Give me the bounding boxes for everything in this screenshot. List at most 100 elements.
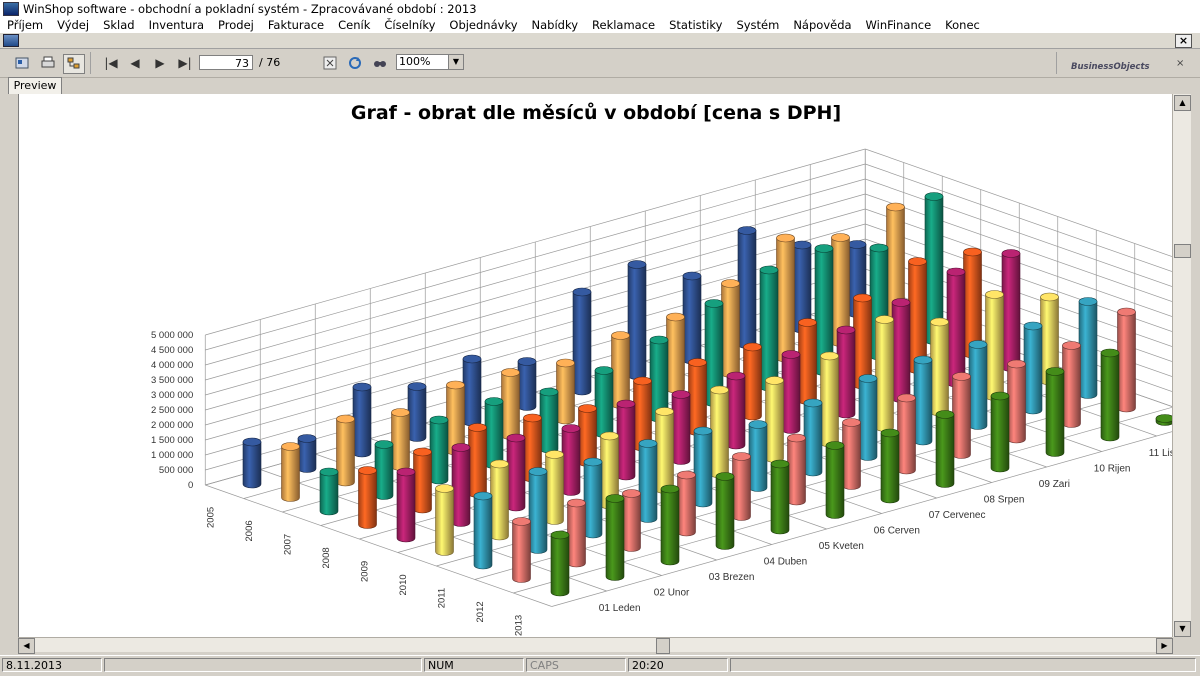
document-icon	[3, 34, 19, 47]
month-tick-label: 11 Listopad	[1149, 448, 1173, 459]
close-view-icon[interactable]: ×	[1176, 58, 1184, 69]
menu-inventura[interactable]: Inventura	[142, 18, 211, 32]
year-tick-label: 2012	[475, 601, 486, 622]
tab-preview[interactable]: Preview	[8, 77, 62, 94]
bar-2009-2	[451, 443, 471, 527]
menu-reklamace[interactable]: Reklamace	[585, 18, 662, 32]
bar-2006-3	[391, 408, 410, 471]
month-tick-label: 07 Cervenec	[929, 510, 986, 521]
bar-2012-11	[1062, 341, 1081, 428]
menu-winfinance[interactable]: WinFinance	[859, 18, 939, 32]
bar-2005-3	[352, 382, 372, 458]
status-caps: CAPS	[526, 658, 626, 672]
bar-2008-7	[688, 358, 707, 436]
menu-nabidky[interactable]: Nabídky	[525, 18, 586, 32]
month-tick-label: 10 Rijen	[1094, 463, 1131, 474]
z-tick-label-left: 1 000 000	[151, 450, 193, 461]
menu-statistiky[interactable]: Statistiky	[662, 18, 729, 32]
bar-2011-1	[473, 491, 493, 570]
scroll-left-icon[interactable]: ◀	[18, 638, 35, 654]
search-icon[interactable]	[370, 54, 390, 72]
scroll-thumb[interactable]	[1174, 244, 1191, 258]
z-tick-label-left: 500 000	[159, 465, 193, 476]
bar-2009-10	[891, 298, 911, 403]
month-tick-label: 02 Unor	[654, 587, 690, 598]
prev-page-icon[interactable]: ◀	[125, 54, 145, 72]
chevron-down-icon[interactable]: ▼	[448, 55, 463, 69]
scroll-right-icon[interactable]: ▶	[1156, 638, 1173, 654]
z-tick-label-left: 4 500 000	[151, 345, 193, 356]
vertical-scrollbar[interactable]: ▲ ▼	[1172, 94, 1191, 637]
report-viewport: Graf - obrat dle měsíců v období [cena s…	[18, 94, 1173, 637]
menu-system[interactable]: Systém	[729, 18, 786, 32]
month-tick-label: 04 Duben	[764, 556, 807, 567]
scroll-down-icon[interactable]: ▼	[1174, 621, 1191, 637]
year-tick-label: 2008	[321, 547, 332, 568]
bar-2013-8	[935, 410, 955, 488]
bar-2013-10	[1045, 367, 1065, 457]
bar-2009-5	[616, 399, 636, 481]
bar-2010-6	[710, 385, 729, 479]
month-tick-label: 06 Cerven	[874, 525, 920, 536]
bar-2009-8	[781, 350, 801, 434]
bar-2011-9	[913, 355, 933, 446]
bar-2009-9	[836, 325, 856, 419]
bar-2012-8	[897, 393, 916, 475]
bar-2007-6	[594, 366, 614, 438]
menu-cenik[interactable]: Ceník	[331, 18, 377, 32]
bar-2013-3	[660, 484, 680, 566]
menu-fakturace[interactable]: Fakturace	[261, 18, 331, 32]
first-page-icon[interactable]: |◀	[101, 54, 121, 72]
bar-2011-7	[803, 398, 823, 477]
bar-2013-1	[550, 530, 570, 597]
scroll-up-icon[interactable]: ▲	[1174, 95, 1191, 111]
z-tick-label-left: 5 000 000	[151, 330, 193, 341]
bar-2006-5	[501, 368, 520, 440]
menu-objednavky[interactable]: Objednávky	[442, 18, 524, 32]
bar-2006-7	[611, 331, 630, 409]
chart: 00500 000500 0001 000 0001 000 0001 500 …	[151, 148, 1173, 636]
print-icon[interactable]	[38, 54, 58, 72]
month-tick-label: 08 Srpen	[984, 494, 1025, 505]
bar-2010-1	[435, 484, 454, 556]
menu-prijem[interactable]: Příjem	[0, 18, 50, 32]
horizontal-scrollbar[interactable]: ◀ ▶	[18, 637, 1173, 654]
bar-2007-2	[374, 440, 394, 500]
bar-2011-10	[968, 340, 988, 430]
stop-icon[interactable]	[320, 54, 340, 72]
z-tick-label-left: 2 500 000	[151, 405, 193, 416]
close-icon[interactable]: ×	[1175, 34, 1192, 48]
z-tick-label-left: 1 500 000	[151, 435, 193, 446]
bar-2008-8	[743, 342, 762, 421]
refresh-icon[interactable]	[345, 54, 365, 72]
bar-2012-9	[952, 372, 971, 459]
bar-2009-6	[671, 390, 691, 465]
bar-2007-4	[484, 397, 504, 469]
menu-prodej[interactable]: Prodej	[211, 18, 261, 32]
next-page-icon[interactable]: ▶	[150, 54, 170, 72]
bar-2008-9	[798, 318, 817, 405]
bar-2010-2	[490, 459, 509, 541]
bar-2013-7	[880, 428, 900, 504]
export-icon[interactable]	[12, 54, 32, 72]
year-tick-label: 2005	[206, 507, 217, 528]
menu-napoveda[interactable]: Nápověda	[786, 18, 858, 32]
menu-vydej[interactable]: Výdej	[50, 18, 96, 32]
menu-ciselniky[interactable]: Číselníky	[377, 18, 442, 32]
bar-2005-10	[737, 226, 757, 349]
brand-logo: BusinessObjects	[1071, 62, 1150, 72]
hscroll-thumb[interactable]	[656, 638, 670, 654]
bar-2010-5	[655, 407, 674, 494]
bar-2012-1	[512, 517, 531, 583]
status-panel-empty	[104, 658, 422, 672]
zoom-select[interactable]: 100% ▼	[396, 54, 464, 70]
bar-2013-6	[825, 441, 845, 519]
last-page-icon[interactable]: ▶|	[175, 54, 195, 72]
page-number-input[interactable]: 73	[199, 55, 253, 70]
menu-konec[interactable]: Konec	[938, 18, 987, 32]
menu-bar: Příjem Výdej Sklad Inventura Prodej Fakt…	[0, 17, 1200, 33]
group-tree-icon[interactable]	[63, 54, 85, 74]
status-panel-rest	[730, 658, 1196, 672]
bar-2007-1	[319, 467, 339, 516]
menu-sklad[interactable]: Sklad	[96, 18, 142, 32]
